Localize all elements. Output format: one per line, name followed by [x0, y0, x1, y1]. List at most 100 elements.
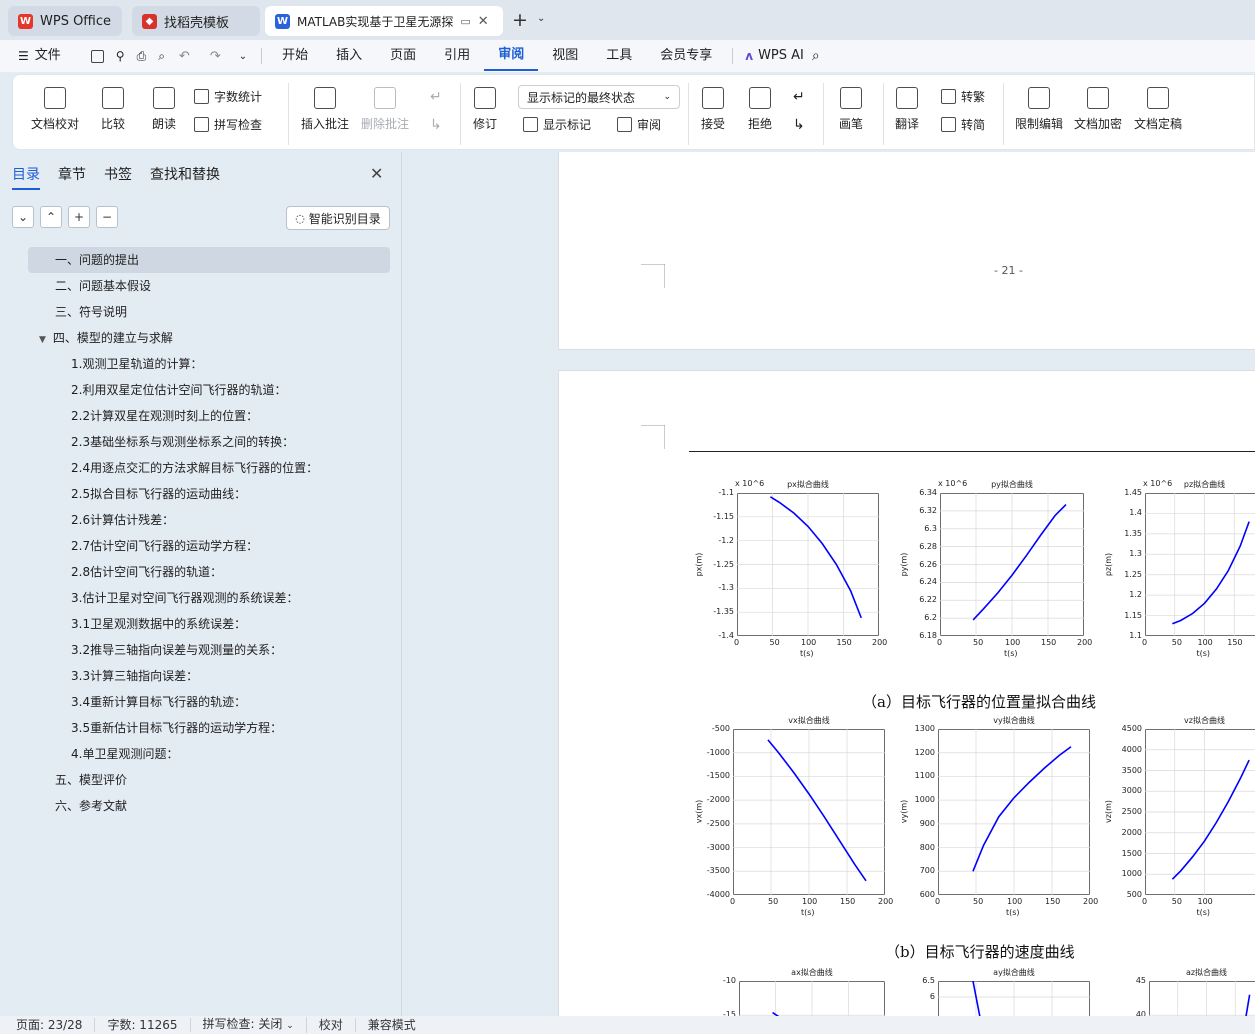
next-change-icon[interactable]: ↳ — [793, 117, 805, 133]
previous-change-icon[interactable]: ↵ — [793, 89, 805, 105]
menu-membership[interactable]: 会员专享 — [646, 40, 726, 72]
toc-item[interactable]: 2.7估计空间飞行器的运动学方程： — [28, 533, 390, 559]
restrict-editing-button[interactable]: 限制编辑 — [1015, 87, 1063, 132]
collapse-button[interactable]: ⌃ — [40, 206, 62, 228]
toc-item[interactable]: 五、模型评价 — [28, 767, 390, 793]
chevron-down-icon[interactable]: ⌄ — [537, 13, 545, 24]
close-tab-icon[interactable]: ✕ — [478, 14, 489, 29]
toc-item[interactable]: 二、问题基本假设 — [28, 273, 390, 299]
print-preview-icon[interactable]: ⌕ — [158, 49, 165, 64]
remove-heading-button[interactable]: − — [96, 206, 118, 228]
toc-item[interactable]: 2.4用逐点交汇的方法求解目标飞行器的位置： — [28, 455, 390, 481]
toc-item[interactable]: 六、参考文献 — [28, 793, 390, 819]
track-changes-button[interactable]: 修订 — [473, 87, 497, 132]
toc-item[interactable]: 3.4重新计算目标飞行器的轨迹： — [28, 689, 390, 715]
pen-button[interactable]: 画笔 — [839, 87, 863, 132]
reject-button[interactable]: 拒绝 — [748, 87, 772, 132]
toc-list: 一、问题的提出二、问题基本假设三、符号说明 ▼ 四、模型的建立与求解 1.观测卫星轨道… — [28, 247, 390, 819]
review-pane-button[interactable]: 审阅 — [617, 116, 661, 133]
menu-home[interactable]: 开始 — [268, 40, 322, 72]
toc-item[interactable]: 3.5重新估计目标飞行器的运动学方程： — [28, 715, 390, 741]
undo-icon[interactable]: ↶ — [179, 49, 190, 64]
toc-item[interactable]: 2.利用双星定位估计空间飞行器的轨道： — [28, 377, 390, 403]
tab-bookmarks[interactable]: 书签 — [104, 164, 132, 190]
page-indicator[interactable]: 页面: 23/28 — [0, 1018, 96, 1032]
chart-plot-area — [1145, 493, 1255, 636]
spell-check-button[interactable]: 拼写检查 — [194, 116, 262, 133]
toc-item[interactable]: 2.5拟合目标飞行器的运动曲线： — [28, 481, 390, 507]
read-aloud-button[interactable]: 朗读 — [152, 87, 176, 132]
word-count-button[interactable]: 字数统计 — [194, 88, 262, 105]
markup-state-dropdown[interactable]: 显示标记的最终状态 ⌄ — [518, 85, 680, 109]
redo-icon[interactable]: ↷ — [210, 49, 221, 64]
search-icon[interactable]: ⌕ — [812, 48, 820, 64]
compare-button[interactable]: 比较 — [101, 87, 125, 132]
toc-item[interactable]: 3.估计卫星对空间飞行器观测的系统误差： — [28, 585, 390, 611]
to-simplified-button[interactable]: 转简 — [941, 116, 985, 133]
save-icon[interactable] — [90, 49, 104, 63]
menu-page[interactable]: 页面 — [376, 40, 430, 72]
translate-button[interactable]: 翻译 — [895, 87, 919, 132]
next-comment-icon[interactable]: ↳ — [430, 117, 442, 133]
tab-docer[interactable]: ◆ 找稻壳模板 — [132, 6, 260, 36]
tab-toc[interactable]: 目录 — [12, 164, 40, 190]
delete-comment-button[interactable]: 删除批注 — [361, 87, 409, 132]
menu-tools[interactable]: 工具 — [592, 40, 646, 72]
add-heading-button[interactable]: + — [68, 206, 90, 228]
word-count-status[interactable]: 字数: 11265 — [95, 1018, 191, 1032]
toc-item[interactable]: 2.2计算双星在观测时刻上的位置： — [28, 403, 390, 429]
menu-insert[interactable]: 插入 — [322, 40, 376, 72]
smart-toc-button[interactable]: ◌ 智能识别目录 — [286, 206, 390, 230]
toc-item[interactable]: 2.3基础坐标系与观测坐标系之间的转换： — [28, 429, 390, 455]
toc-item[interactable]: 3.2推导三轴指向误差与观测量的关系： — [28, 637, 390, 663]
close-pane-icon[interactable]: ✕ — [370, 164, 383, 183]
finalize-doc-button[interactable]: 文档定稿 — [1134, 87, 1182, 132]
encrypt-doc-button[interactable]: 文档加密 — [1074, 87, 1122, 132]
previous-comment-icon[interactable]: ↵ — [430, 89, 442, 105]
markup-state-value: 显示标记的最终状态 — [527, 90, 636, 105]
menu-references[interactable]: 引用 — [430, 40, 484, 72]
accept-button[interactable]: 接受 — [701, 87, 725, 132]
more-chevron-icon[interactable]: ⌄ — [239, 51, 247, 62]
toc-item[interactable]: ▼ 四、模型的建立与求解 — [28, 325, 390, 351]
menu-file[interactable]: 文件 — [29, 40, 75, 72]
doc-check-button[interactable]: 文档校对 — [31, 87, 79, 132]
accept-label: 接受 — [701, 117, 726, 131]
toc-item[interactable]: 三、符号说明 — [28, 299, 390, 325]
tab-find-replace[interactable]: 查找和替换 — [150, 164, 220, 190]
toc-item[interactable]: 4.单卫星观测问题： — [28, 741, 390, 767]
to-traditional-button[interactable]: 转繁 — [941, 88, 985, 105]
proofread-status[interactable]: 校对 — [307, 1018, 356, 1032]
print-icon[interactable]: ⎙ — [137, 49, 147, 64]
insert-comment-button[interactable]: 插入批注 — [301, 87, 349, 132]
translate-label: 翻译 — [895, 117, 920, 131]
x-tick-label: 50 — [769, 638, 780, 647]
menu-wps-ai[interactable]: WPS AI — [753, 40, 812, 72]
toc-item[interactable]: 3.1卫星观测数据中的系统误差： — [28, 611, 390, 637]
y-axis-label: py(m) — [899, 552, 909, 576]
menu-view[interactable]: 视图 — [538, 40, 592, 72]
y-tick-label: -500 — [711, 724, 730, 733]
compare-label: 比较 — [101, 117, 126, 131]
y-tick-label: 1100 — [914, 771, 935, 781]
y-tick-label: -2000 — [706, 795, 730, 805]
expand-arrow-icon[interactable]: ▼ — [39, 335, 46, 345]
expand-all-button[interactable]: ⌄ — [12, 206, 34, 228]
menu-review[interactable]: 审阅 — [484, 41, 539, 71]
share-icon[interactable]: ⚲ — [116, 49, 125, 63]
toc-item-label: 二、问题基本假设 — [55, 279, 152, 293]
hamburger-menu-icon[interactable]: ☰ — [18, 49, 29, 63]
toc-item[interactable]: 2.8估计空间飞行器的轨道： — [28, 559, 390, 585]
tab-wps-office[interactable]: W WPS Office — [8, 6, 122, 36]
spell-check-status[interactable]: 拼写检查: 关闭 ⌄ — [191, 1017, 307, 1033]
toc-item[interactable]: 3.3计算三轴指向误差： — [28, 663, 390, 689]
toc-item[interactable]: 一、问题的提出 — [28, 247, 390, 273]
y-tick-label: 1200 — [914, 747, 935, 757]
new-tab-icon[interactable]: + — [512, 9, 528, 31]
show-markup-button[interactable]: 显示标记 — [523, 116, 591, 133]
tab-current-document[interactable]: W MATLAB实现基于卫星无源探 ▭ ✕ — [265, 6, 503, 36]
toc-item[interactable]: 2.6计算估计残差： — [28, 507, 390, 533]
y-axis-label: vz(m) — [1103, 800, 1113, 823]
toc-item[interactable]: 1.观测卫星轨道的计算： — [28, 351, 390, 377]
tab-chapters[interactable]: 章节 — [58, 164, 86, 190]
